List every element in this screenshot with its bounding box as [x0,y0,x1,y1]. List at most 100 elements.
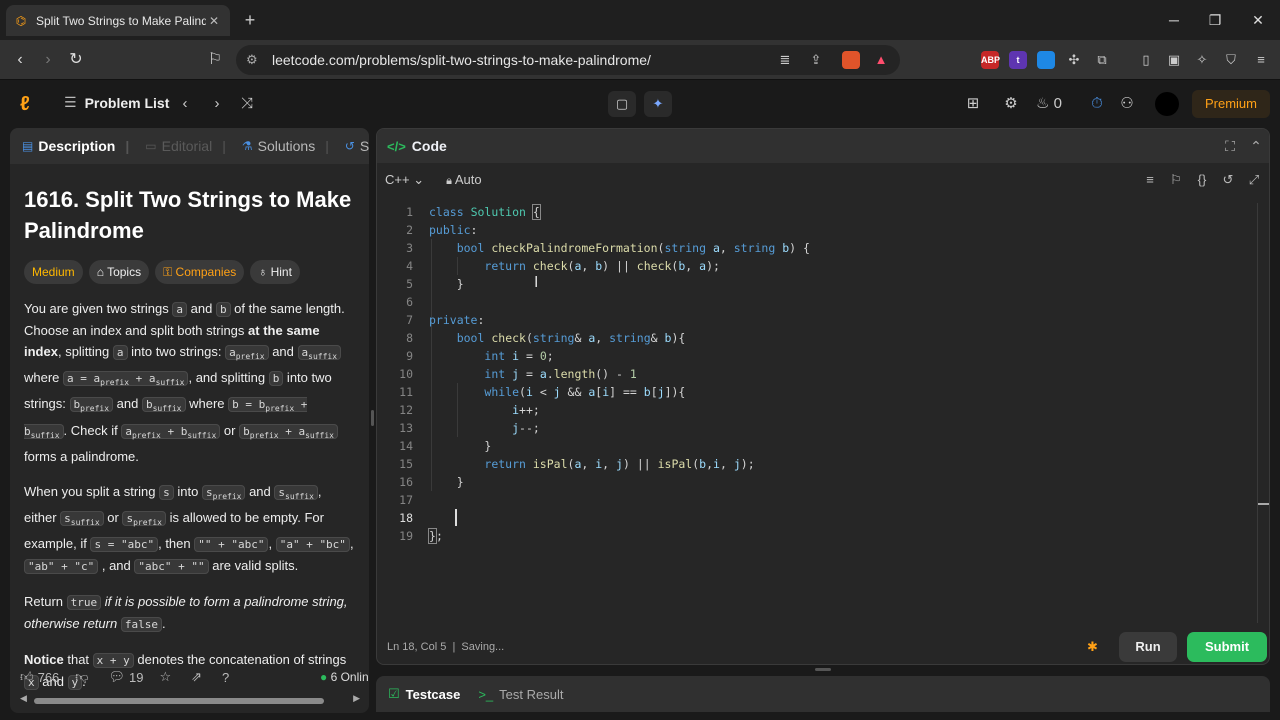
share-icon[interactable]: ⇪ [807,51,825,69]
list-icon: ☰ [64,94,77,110]
tab-solutions[interactable]: ⚗ Solutions | [242,138,329,154]
adblock-extension-icon[interactable]: ABP [981,51,1000,69]
horizontal-scrollbar[interactable]: ◀ ▶ [20,693,360,706]
flask-icon: ⚗ [241,139,253,153]
lock-icon: ⚿ [163,265,176,279]
browser-tab[interactable]: ⌬ Split Two Strings to Make Palindrome -… [6,5,230,36]
maximize-icon[interactable]: ⛶ [1221,138,1239,155]
help-button[interactable]: ? [222,670,233,685]
layout-grid-icon[interactable]: ⊞ [962,93,984,115]
code-line: 3 bool checkPalindromeFormation(string a… [406,241,810,255]
reader-mode-icon[interactable]: ≣ [776,51,794,69]
back-icon[interactable]: ‹ [8,48,32,72]
hint-tag[interactable]: ♁ Hint [250,260,300,284]
description-paragraph-1: You are given two strings a and b of the… [24,301,345,464]
add-collaborator-icon[interactable]: ⚇ [1116,93,1138,115]
prev-problem-icon[interactable]: ‹ [174,93,196,115]
save-status: Saving... [461,641,505,653]
ai-assist-icon[interactable]: ✦ [644,91,672,117]
difficulty-badge[interactable]: Medium [24,260,83,284]
code-panel: </> Code ⛶ ⌃ C++ ⌄ 🔒︎ Auto ≡ ⚐ {} ↺ ⤢ 1c… [376,128,1270,665]
t-extension-icon[interactable]: t [1009,51,1027,69]
leetcode-logo-icon[interactable]: ℓ [20,93,40,115]
settings-gear-icon[interactable]: ⚙ [1000,93,1022,115]
fullscreen-icon[interactable]: ⤢ [1245,172,1263,188]
code-line: 19}; [399,528,443,544]
forward-icon[interactable]: › [36,48,60,72]
browser-menu-icon[interactable]: ≡ [1252,51,1270,69]
code-panel-header: </> Code [377,129,1269,163]
online-count: ● 6 Online [320,670,369,684]
new-tab-button[interactable]: + [240,8,260,32]
favorite-button[interactable]: ☆ [159,669,175,685]
reload-icon[interactable]: ↻ [64,48,88,72]
shuffle-icon[interactable]: ⤨ [236,93,258,115]
collapse-icon[interactable]: ⌃ [1247,138,1265,155]
submit-button[interactable]: Submit [1187,632,1267,662]
topics-tag[interactable]: ⌂ Topics [88,260,150,284]
site-settings-icon[interactable]: ⚙ [246,52,258,68]
url-bar[interactable]: ⚙ leetcode.com/problems/split-two-string… [236,45,900,75]
sidebar-toggle-icon[interactable]: ▯ [1137,51,1155,69]
bookmark-icon[interactable]: ⚐ [203,48,227,72]
editorial-icon: ▭ [145,139,157,153]
external-link-icon: ⇗ [191,669,203,684]
premium-button[interactable]: Premium [1192,90,1270,118]
language-select[interactable]: C++ ⌄ [385,172,424,188]
notes-icon[interactable]: ▢ [608,91,636,117]
code-line: 5 } [406,277,464,291]
minimize-window-icon[interactable]: ─ [1156,8,1192,32]
code-editor[interactable]: 1 class Solution { 2 public: 3 bool checkP… [377,203,1257,623]
close-tab-icon[interactable]: ✕ [206,14,222,28]
streak-counter[interactable]: ♨ 0 [1036,93,1070,115]
close-window-icon[interactable]: ✕ [1240,8,1276,32]
reset-code-icon[interactable]: ↺ [1219,172,1237,188]
code-line: 2 public: [406,223,478,237]
comment-icon: 💬︎ [108,669,126,684]
description-paragraph-2: When you split a string s into sprefix a… [24,483,354,575]
bookmark-code-icon[interactable]: ⚐ [1167,172,1185,188]
brave-shields-icon[interactable] [842,51,860,69]
comments-button[interactable]: 💬︎ 19 [109,669,144,685]
browser-tab-title: Split Two Strings to Make Palindrome - L… [36,13,206,28]
brave-rewards-icon[interactable]: ▲ [872,51,890,69]
autocomplete-mode[interactable]: 🔒︎ Auto [446,172,482,188]
screenshot-icon[interactable]: ⧉ [1093,51,1111,69]
tab-testcase[interactable]: ☑ Testcase [388,686,460,702]
leo-ai-icon[interactable]: ✧ [1193,51,1211,69]
like-button[interactable]: 👍︎ 766 [20,669,59,685]
document-icon: ▤ [22,139,34,153]
format-icon[interactable]: ≡ [1141,172,1159,187]
run-button[interactable]: Run [1119,632,1177,662]
f-extension-icon[interactable] [1037,51,1055,69]
problem-description: 1616. Split Two Strings to Make Palindro… [24,184,354,693]
avatar[interactable] [1155,92,1179,116]
editor-vertical-scrollbar[interactable] [1257,203,1269,623]
dislike-button[interactable]: 👎︎ [75,669,92,685]
problem-list-button[interactable]: ☰ Problem List [64,94,169,111]
tab-editorial[interactable]: ▭ Editorial | [145,138,226,154]
tab-description[interactable]: ▤ Description | [22,138,129,154]
tab-test-result[interactable]: >_ Test Result [478,687,563,702]
timer-icon[interactable]: ⏱ [1086,93,1108,115]
vertical-splitter-handle[interactable] [371,410,374,426]
share-button[interactable]: ⇗ [191,669,206,685]
history-icon: ↺ [344,139,355,153]
mouse-ibeam-cursor: I [534,274,539,291]
tab-submissions[interactable]: ↺Submi [345,138,369,154]
next-problem-icon[interactable]: › [206,93,228,115]
leetcode-navbar: ℓ ☰ Problem List ‹ › ⤨ ▢ ✦ ⊞ ⚙ ♨ 0 ⏱ ⚇ P… [0,81,1280,127]
braces-icon[interactable]: {} [1193,172,1211,187]
code-header-title: Code [411,138,447,154]
companies-tag[interactable]: ⚿ Companies [155,260,245,284]
restore-window-icon[interactable]: ❐ [1197,8,1233,32]
debug-icon[interactable]: ✱ [1087,639,1098,655]
vpn-shield-icon[interactable]: ⛉ [1222,51,1240,69]
horizontal-splitter-handle[interactable] [815,668,831,671]
code-line: 4 return check(a, b) || check(b, a); [406,259,720,273]
code-line-current: 18 [399,511,413,525]
wallet-icon[interactable]: ▣ [1165,51,1183,69]
extensions-puzzle-icon[interactable]: ✣ [1065,51,1083,69]
description-footer: 👍︎766 👎︎ 💬︎19 ☆ ⇗ ? ● 6 Online [10,662,369,692]
code-line: 17 [399,493,413,507]
